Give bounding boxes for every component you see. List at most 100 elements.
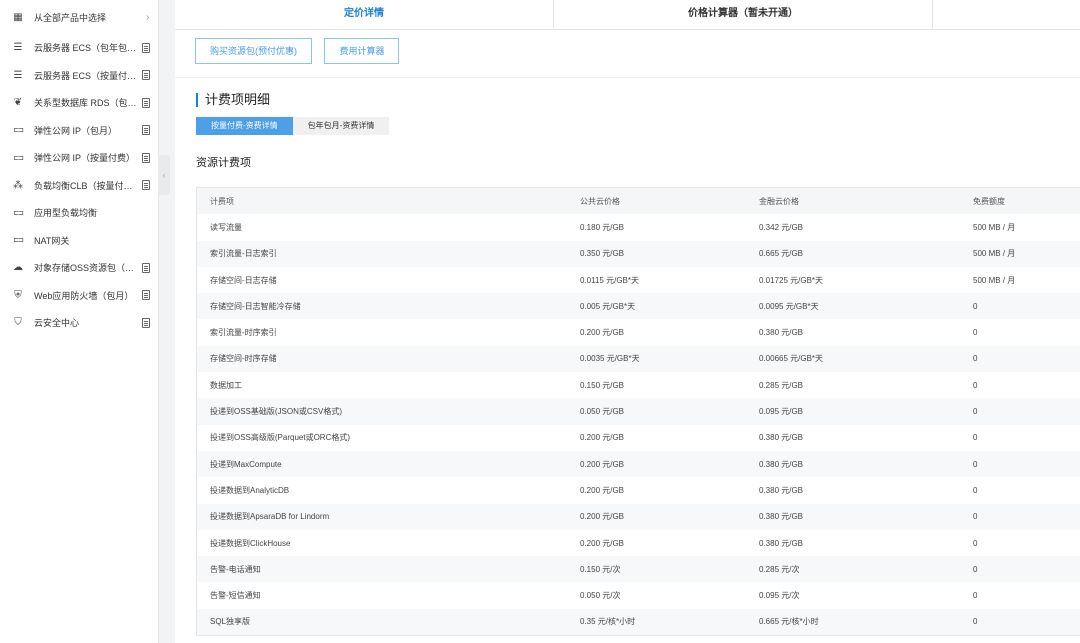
app-root: ▦ 从全部产品中选择 › ☰ 云服务器 ECS（包年包月） ☰ 云服务器 ECS（按量付费）… [0, 0, 1080, 643]
cell-item: 告警-短信通知 [210, 591, 261, 601]
cell-finance-price: 0.095 元/GB [759, 398, 973, 425]
cell-free-quota: 0 [973, 398, 1080, 425]
sidebar-item-label: 云服务器 ECS（包年包月） [34, 43, 138, 54]
sidebar-item-label: Web应用防火墙（包月） [34, 290, 134, 301]
cell-free-quota: 0 [973, 591, 978, 601]
chevron-right-icon: › [146, 11, 150, 23]
sidebar-item[interactable]: ⊏⊐ 弹性公网 IP（包月） [0, 117, 158, 145]
cell-free-quota: 500 MB / 月 [973, 222, 1016, 232]
cell-item: 投递数据到AnalyticDB [210, 485, 290, 495]
tab-pay-as-you-go[interactable]: 按量付费-资费详情 [196, 117, 293, 135]
pricing-table: 计费项 公共云价格 金融云价格 免费额度 读写流量 0.180 元/GB 0.342… [197, 188, 1080, 636]
cell-public-price: 0.050 元/次 [580, 591, 621, 601]
table-row: 投递到OSS高级版(Parquet或ORC格式) 0.200 元/GB 0.380 … [197, 425, 1080, 451]
cell-public-price: 0.200 元/GB [580, 450, 759, 478]
sidebar-item[interactable]: ☁ 对象存储OSS资源包（包年） [0, 254, 158, 282]
cell-item: 存储空间-日志智能冷存储 [197, 293, 580, 320]
cell-free-quota: 0 [973, 293, 1080, 320]
cell-public-price: 0.180 元/GB [580, 222, 625, 232]
cell-finance-price: 0.380 元/GB [759, 450, 973, 478]
doc-icon[interactable] [142, 97, 150, 108]
sidebar-item[interactable]: ⛉ 云安全中心 [0, 309, 158, 337]
cell-finance-price: 0.01725 元/GB*天 [759, 275, 824, 285]
header-item: 计费项 [197, 188, 580, 215]
cell-free-quota: 0 [973, 538, 978, 548]
sidebar-item-label: 对象存储OSS资源包（包年） [34, 263, 138, 274]
cell-item: 存储空间-时序存储 [197, 345, 580, 373]
cell-public-price: 0.150 元/次 [580, 556, 759, 583]
tab-pricing-details[interactable]: 定价详情 [175, 0, 554, 29]
sidebar-collapse-handle[interactable]: ‹ [158, 155, 170, 195]
grid-icon: ▦ [13, 11, 23, 23]
doc-icon[interactable] [142, 317, 150, 328]
header-public-cloud-price: 公共云价格 [580, 188, 759, 215]
sidebar-item[interactable]: ⛨ Web应用防火墙（包月） [0, 282, 158, 310]
doc-icon[interactable] [142, 125, 150, 136]
shield-icon: ⛉ [14, 317, 22, 329]
cell-item: 投递到OSS高级版(Parquet或ORC格式) [210, 433, 351, 443]
doc-icon[interactable] [142, 152, 150, 163]
cell-finance-price: 0.285 元/GB [759, 380, 804, 390]
cell-public-price: 0.200 元/GB [580, 538, 625, 548]
eip-icon: ⊏⊐ [13, 209, 24, 217]
section-title: 计费项明细 [196, 93, 1080, 107]
cell-public-price: 0.150 元/GB [580, 380, 625, 390]
main-panel: 定价详情 价格计算器（暂未开通） 购买资源包(预付优惠) 费用计算器 计费项明细… [175, 0, 1080, 643]
tab-price-calculator[interactable]: 价格计算器（暂未开通） [554, 0, 933, 29]
firewall-icon: ⛨ [14, 289, 22, 301]
sidebar: ▦ 从全部产品中选择 › ☰ 云服务器 ECS（包年包月） ☰ 云服务器 ECS（按量付费）… [0, 0, 170, 643]
cost-calculator-button[interactable]: 费用计算器 [324, 38, 400, 64]
sidebar-item[interactable]: ▦ 从全部产品中选择 › [0, 0, 158, 34]
top-tabs: 定价详情 价格计算器（暂未开通） [175, 0, 1080, 30]
sidebar-item[interactable]: ☰ 云服务器 ECS（包年包月） [0, 34, 158, 62]
table-row: 投递到MaxCompute 0.200 元/GB 0.380 元/GB 0 [197, 450, 1080, 478]
database-icon: ❦ [13, 97, 23, 109]
cell-item: 投递数据到ClickHouse [210, 538, 291, 548]
sidebar-list: ▦ 从全部产品中选择 › ☰ 云服务器 ECS（包年包月） ☰ 云服务器 ECS（按量付费）… [0, 0, 158, 337]
doc-icon[interactable] [142, 262, 150, 273]
cell-item: 读写流量 [210, 222, 242, 232]
sidebar-item[interactable]: ⊏⊐ 弹性公网 IP（按量付费） [0, 144, 158, 172]
table-row: 投递数据到AnalyticDB 0.200 元/GB 0.380 元/GB 0 [197, 477, 1080, 503]
cell-finance-price: 0.00665 元/GB*天 [759, 345, 973, 373]
sidebar-item[interactable]: ⁂ 负载均衡CLB（按量付费） [0, 172, 158, 200]
sidebar-item-label: 应用型负载均衡 [34, 208, 98, 219]
table-row: 存储空间-日志智能冷存储 0.005 元/GB*天 0.0095 元/GB*天 0 [197, 293, 1080, 320]
cell-free-quota: 0 [973, 503, 1080, 530]
cloud-icon: ☁ [13, 262, 23, 274]
cell-item: SQL独享版 [197, 608, 580, 636]
cell-item: 索引流量-时序索引 [210, 328, 277, 338]
eip-icon: ⊏⊐ [13, 127, 24, 135]
table-row: 告警-电话通知 0.150 元/次 0.285 元/次 0 [197, 556, 1080, 583]
cell-finance-price: 0.0095 元/GB*天 [759, 293, 973, 320]
doc-icon[interactable] [142, 290, 150, 301]
table-row: 投递数据到ClickHouse 0.200 元/GB 0.380 元/GB 0 [197, 530, 1080, 556]
sidebar-item[interactable]: ☰ 云服务器 ECS（按量付费） [0, 62, 158, 90]
sidebar-item[interactable]: ⊏⊐ 应用型负载均衡 [0, 199, 158, 227]
cell-public-price: 0.200 元/GB [580, 503, 759, 530]
cell-free-quota: 0 [973, 450, 1080, 478]
cell-public-price: 0.200 元/GB [580, 433, 625, 443]
cell-public-price: 0.200 元/GB [580, 328, 625, 338]
table-row: 告警-短信通知 0.050 元/次 0.095 元/次 0 [197, 582, 1080, 608]
table-row: 存储空间-日志存储 0.0115 元/GB*天 0.01725 元/GB*天 500 … [197, 267, 1080, 293]
sidebar-item[interactable]: ⊏⊐ NAT网关 [0, 227, 158, 255]
doc-icon[interactable] [142, 42, 150, 53]
buy-package-button[interactable]: 购买资源包(预付优惠) [195, 38, 312, 64]
cell-free-quota: 500 MB / 月 [973, 275, 1016, 285]
tab-subscription[interactable]: 包年包月-资费详情 [292, 117, 390, 135]
subsection-title: 资源计费项 [196, 157, 251, 169]
header-finance-cloud-price: 金融云价格 [759, 188, 973, 215]
sidebar-item[interactable]: ❦ 关系型数据库 RDS（包年包月） [0, 89, 158, 117]
eip-icon: ⊏⊐ [13, 154, 24, 162]
cell-finance-price: 0.380 元/GB [759, 485, 804, 495]
sidebar-item-label: 弹性公网 IP（按量付费） [34, 153, 136, 164]
doc-icon[interactable] [142, 180, 150, 191]
eip-icon: ⊏⊐ [13, 237, 24, 245]
tab-third[interactable] [933, 0, 1080, 29]
sidebar-item-label: 弹性公网 IP（包月） [34, 125, 118, 136]
table-row: 数据加工 0.150 元/GB 0.285 元/GB 0 [197, 372, 1080, 398]
doc-icon[interactable] [142, 70, 150, 81]
sidebar-item-label: 负载均衡CLB（按量付费） [34, 180, 138, 191]
cell-public-price: 0.0035 元/GB*天 [580, 345, 759, 373]
